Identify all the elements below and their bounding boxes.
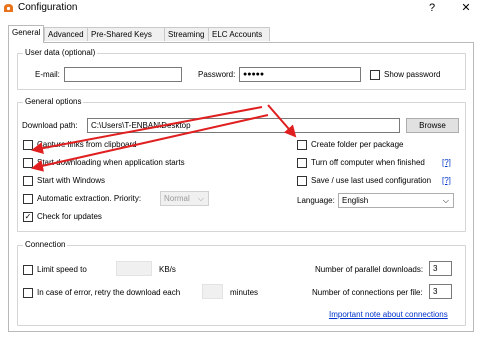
- priority-select[interactable]: Normal ⌵: [160, 191, 209, 206]
- limit-speed-label: Limit speed to: [37, 265, 87, 274]
- turn-off-help-link[interactable]: [?]: [442, 158, 451, 167]
- email-field[interactable]: [64, 67, 182, 82]
- password-field[interactable]: ●●●●●: [239, 67, 361, 82]
- user-data-group-label: User data (optional): [23, 48, 98, 57]
- user-data-group: User data (optional) E-mail: Password: ●…: [17, 48, 466, 90]
- email-label: E-mail:: [35, 70, 60, 79]
- tab-pre-shared-keys[interactable]: Pre-Shared Keys: [87, 27, 165, 41]
- tab-advanced[interactable]: Advanced: [44, 27, 88, 41]
- save-config-label: Save / use last used configuration: [311, 176, 432, 185]
- app-logo-icon: [4, 4, 13, 12]
- title-bar: Configuration ? ✕: [0, 0, 481, 17]
- turn-off-computer-label: Turn off computer when finished: [311, 158, 425, 167]
- retry-checkbox[interactable]: [23, 288, 33, 298]
- connection-group-label: Connection: [23, 240, 68, 249]
- parallel-downloads-field[interactable]: 3: [429, 261, 452, 276]
- create-folder-label: Create folder per package: [311, 140, 404, 149]
- download-path-label: Download path:: [22, 121, 78, 130]
- start-downloading-label: Start downloading when application start…: [37, 158, 185, 167]
- connections-per-file-label: Number of connections per file:: [312, 288, 423, 297]
- language-value: English: [342, 196, 369, 205]
- capture-clipboard-label: Capture links from clipboard: [37, 140, 137, 149]
- show-password-label: Show password: [384, 70, 441, 79]
- check-updates-checkbox[interactable]: ✓: [23, 212, 33, 222]
- show-password-checkbox[interactable]: [370, 70, 380, 80]
- retry-label: In case of error, retry the download eac…: [37, 288, 181, 297]
- important-note-link[interactable]: Important note about connections: [329, 310, 448, 319]
- turn-off-computer-checkbox[interactable]: [297, 158, 307, 168]
- browse-button[interactable]: Browse: [406, 118, 459, 133]
- password-label: Password:: [198, 70, 236, 79]
- parallel-downloads-label: Number of parallel downloads:: [315, 265, 424, 274]
- start-with-windows-checkbox[interactable]: [23, 176, 33, 186]
- general-options-group: General options Download path: C:\Users\…: [17, 97, 466, 232]
- retry-unit-label: minutes: [230, 288, 259, 297]
- save-config-checkbox[interactable]: [297, 176, 307, 186]
- capture-clipboard-checkbox[interactable]: [23, 140, 33, 150]
- limit-speed-field[interactable]: [116, 261, 152, 276]
- speed-unit-label: KB/s: [159, 265, 176, 274]
- start-downloading-checkbox[interactable]: [23, 158, 33, 168]
- tab-elc-accounts[interactable]: ELC Accounts: [208, 27, 270, 41]
- language-label: Language:: [297, 196, 335, 205]
- automatic-extraction-label: Automatic extraction. Priority:: [37, 194, 142, 203]
- limit-speed-checkbox[interactable]: [23, 265, 33, 275]
- start-with-windows-label: Start with Windows: [37, 176, 106, 185]
- tab-general[interactable]: General: [8, 25, 44, 43]
- language-select[interactable]: English ⌵: [338, 193, 454, 208]
- create-folder-checkbox[interactable]: [297, 140, 307, 150]
- close-button[interactable]: ✕: [452, 0, 480, 17]
- help-button[interactable]: ?: [418, 0, 446, 17]
- chevron-down-icon: ⌵: [442, 196, 449, 205]
- automatic-extraction-checkbox[interactable]: [23, 194, 33, 204]
- save-config-help-link[interactable]: [?]: [442, 176, 451, 185]
- tab-streaming[interactable]: Streaming: [164, 27, 209, 41]
- priority-value: Normal: [164, 194, 190, 203]
- general-options-group-label: General options: [23, 97, 84, 106]
- retry-minutes-field[interactable]: [202, 284, 223, 299]
- window-title: Configuration: [18, 2, 78, 13]
- settings-panel: User data (optional) E-mail: Password: ●…: [8, 42, 474, 332]
- connections-per-file-field[interactable]: 3: [429, 284, 452, 299]
- connection-group: Connection Limit speed to KB/s In case o…: [17, 240, 466, 326]
- download-path-field[interactable]: C:\Users\T-ENBAN\Desktop: [87, 118, 400, 133]
- chevron-down-icon: ⌵: [197, 194, 204, 203]
- check-updates-label: Check for updates: [37, 212, 102, 221]
